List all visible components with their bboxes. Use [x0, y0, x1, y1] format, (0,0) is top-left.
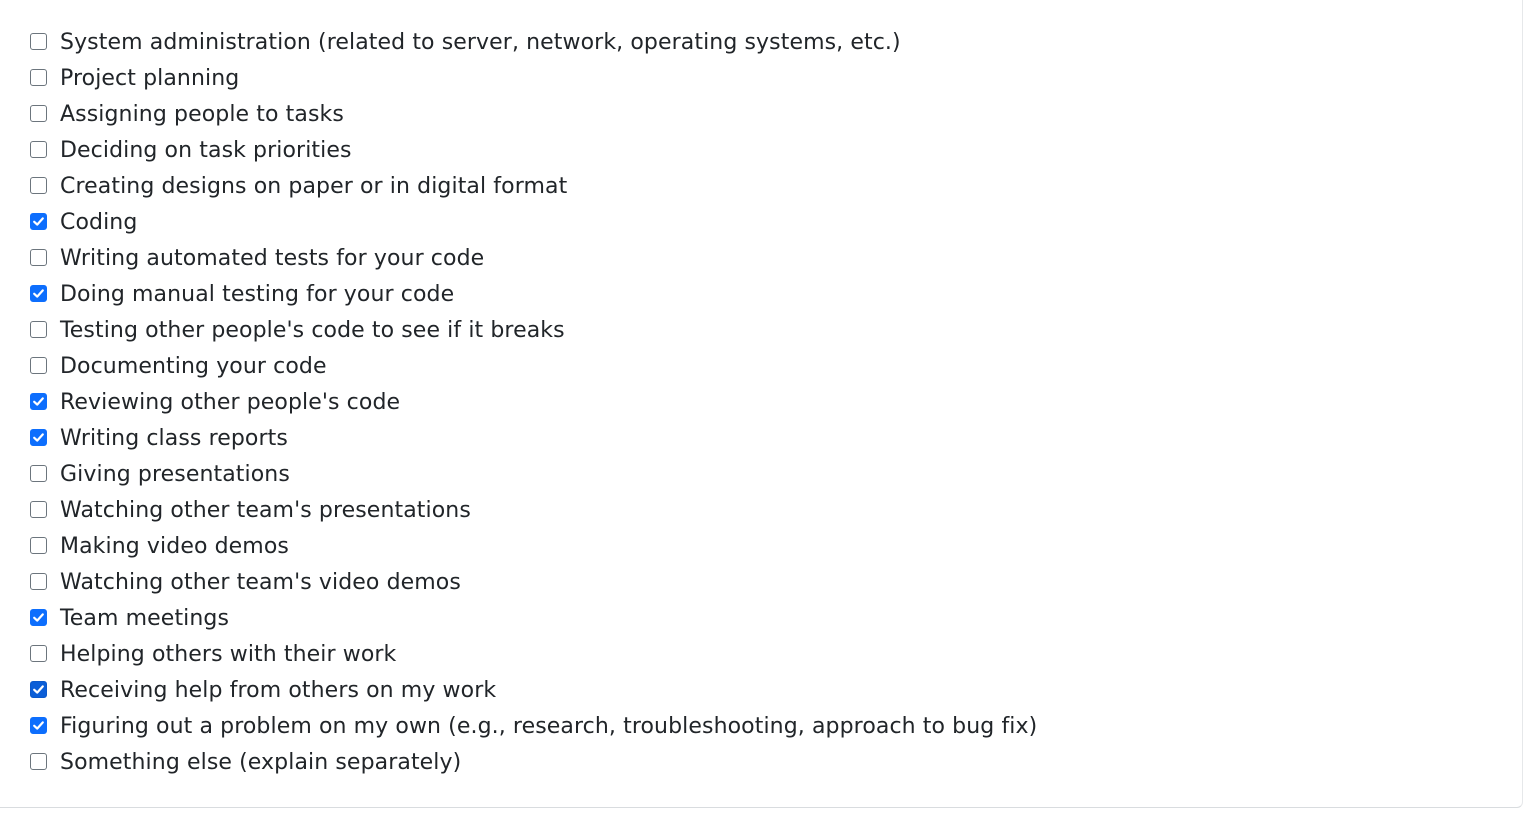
checkbox-label[interactable]: Receiving help from others on my work [60, 680, 496, 702]
checkbox-label[interactable]: System administration (related to server… [60, 32, 901, 54]
checkmark-icon [33, 612, 44, 622]
checkbox-label[interactable]: Assigning people to tasks [60, 104, 344, 126]
checkbox-unchecked[interactable] [30, 320, 47, 338]
checkbox-checked[interactable] [30, 212, 47, 230]
checkbox-label[interactable]: Coding [60, 212, 137, 234]
checkbox-unchecked[interactable] [30, 32, 47, 50]
checkbox-option[interactable]: Project planning [30, 61, 1037, 97]
checkbox-list: System administration (related to server… [30, 25, 1037, 781]
checkbox-label[interactable]: Testing other people's code to see if it… [60, 320, 565, 342]
checkbox-unchecked[interactable] [30, 356, 47, 374]
checkbox-unchecked[interactable] [30, 248, 47, 266]
checkbox-option[interactable]: Reviewing other people's code [30, 385, 1037, 421]
checkbox-option[interactable]: Watching other team's video demos [30, 565, 1037, 601]
checkbox-unchecked[interactable] [30, 140, 47, 158]
checkbox-label[interactable]: Project planning [60, 68, 239, 90]
checkbox-option[interactable]: Writing automated tests for your code [30, 241, 1037, 277]
checkbox-label[interactable]: Giving presentations [60, 464, 290, 486]
checkbox-label[interactable]: Figuring out a problem on my own (e.g., … [60, 716, 1037, 738]
checkbox-label[interactable]: Doing manual testing for your code [60, 284, 454, 306]
checkbox-option[interactable]: Making video demos [30, 529, 1037, 565]
checkbox-option[interactable]: Documenting your code [30, 349, 1037, 385]
checkbox-unchecked[interactable] [30, 464, 47, 482]
checkbox-checked[interactable] [30, 716, 47, 734]
checkbox-checked[interactable] [30, 608, 47, 626]
checkbox-checked[interactable] [30, 284, 47, 302]
checkbox-label[interactable]: Watching other team's presentations [60, 500, 471, 522]
checkbox-unchecked[interactable] [30, 572, 47, 590]
checkbox-unchecked[interactable] [30, 644, 47, 662]
checkbox-option[interactable]: Team meetings [30, 601, 1037, 637]
checkbox-label[interactable]: Something else (explain separately) [60, 752, 461, 774]
question-card: System administration (related to server… [0, 0, 1523, 808]
checkmark-icon [33, 396, 44, 406]
checkbox-option[interactable]: Receiving help from others on my work [30, 673, 1037, 709]
checkbox-unchecked[interactable] [30, 500, 47, 518]
checkbox-label[interactable]: Documenting your code [60, 356, 327, 378]
checkbox-option[interactable]: Deciding on task priorities [30, 133, 1037, 169]
checkbox-unchecked[interactable] [30, 752, 47, 770]
checkbox-unchecked[interactable] [30, 536, 47, 554]
checkbox-label[interactable]: Team meetings [60, 608, 229, 630]
checkmark-icon [33, 288, 44, 298]
checkbox-option[interactable]: System administration (related to server… [30, 25, 1037, 61]
checkbox-label[interactable]: Creating designs on paper or in digital … [60, 176, 567, 198]
checkbox-option[interactable]: Testing other people's code to see if it… [30, 313, 1037, 349]
checkbox-label[interactable]: Writing class reports [60, 428, 288, 450]
checkbox-checked[interactable] [30, 392, 47, 410]
checkmark-icon [33, 720, 44, 730]
checkbox-unchecked[interactable] [30, 176, 47, 194]
checkbox-option[interactable]: Creating designs on paper or in digital … [30, 169, 1037, 205]
checkbox-label[interactable]: Making video demos [60, 536, 289, 558]
checkbox-checked[interactable] [30, 680, 47, 698]
checkbox-option[interactable]: Figuring out a problem on my own (e.g., … [30, 709, 1037, 745]
checkbox-option[interactable]: Helping others with their work [30, 637, 1037, 673]
checkbox-label[interactable]: Reviewing other people's code [60, 392, 400, 414]
checkbox-unchecked[interactable] [30, 104, 47, 122]
checkbox-label[interactable]: Writing automated tests for your code [60, 248, 484, 270]
checkbox-label[interactable]: Helping others with their work [60, 644, 396, 666]
checkbox-option[interactable]: Something else (explain separately) [30, 745, 1037, 781]
checkbox-checked[interactable] [30, 428, 47, 446]
checkbox-option[interactable]: Coding [30, 205, 1037, 241]
checkbox-unchecked[interactable] [30, 68, 47, 86]
checkbox-option[interactable]: Writing class reports [30, 421, 1037, 457]
checkbox-option[interactable]: Assigning people to tasks [30, 97, 1037, 133]
checkmark-icon [33, 216, 44, 226]
checkbox-label[interactable]: Watching other team's video demos [60, 572, 461, 594]
checkbox-option[interactable]: Doing manual testing for your code [30, 277, 1037, 313]
checkmark-icon [33, 432, 44, 442]
checkbox-option[interactable]: Giving presentations [30, 457, 1037, 493]
checkbox-option[interactable]: Watching other team's presentations [30, 493, 1037, 529]
checkbox-label[interactable]: Deciding on task priorities [60, 140, 352, 162]
checkmark-icon [33, 684, 44, 694]
